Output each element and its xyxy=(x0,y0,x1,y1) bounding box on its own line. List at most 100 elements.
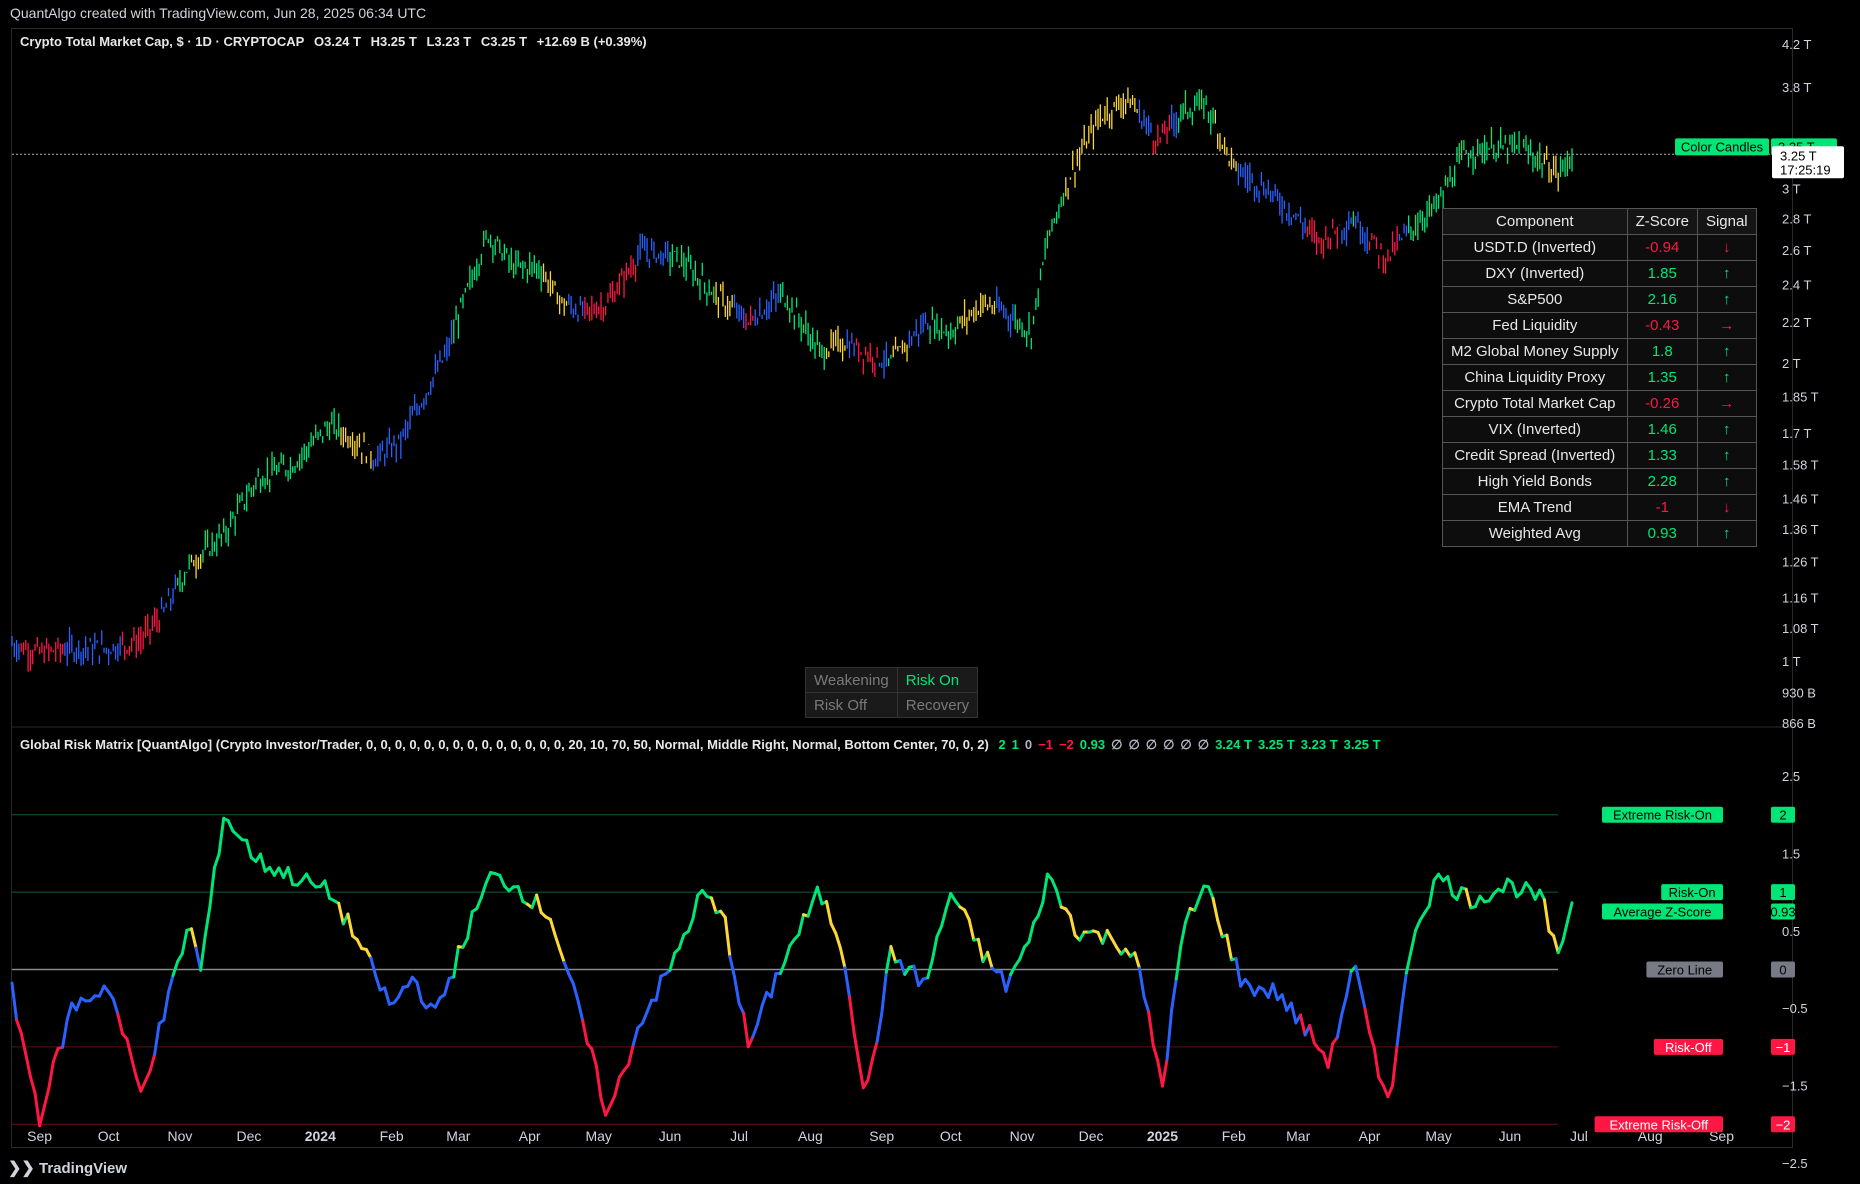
time-axis-label: Oct xyxy=(98,1128,120,1144)
indicator-value: ∅ xyxy=(1180,737,1192,752)
component-signal-arrow-icon: ↑ xyxy=(1696,520,1757,547)
zscore-segment xyxy=(1561,920,1569,943)
component-zscore: -1 xyxy=(1626,494,1698,521)
zscore-segment xyxy=(838,946,847,970)
price-axis-label: 1.46 T xyxy=(1782,491,1819,506)
zscore-segment xyxy=(47,1059,55,1090)
component-signal-arrow-icon: ↑ xyxy=(1696,442,1757,469)
zscore-segment xyxy=(498,873,506,888)
component-name: Fed Liquidity xyxy=(1442,312,1628,339)
table-row: DXY (Inverted) 1.85 ↑ xyxy=(1442,260,1757,287)
zscore-segment xyxy=(1386,1084,1395,1099)
zscore-segment xyxy=(825,900,833,926)
zscore-segment xyxy=(783,944,792,964)
zscore-segment xyxy=(709,896,718,915)
indicator-tag-label: Risk-Off xyxy=(1665,1040,1712,1055)
zscore-segment xyxy=(1170,977,1178,1012)
price-axis-label: 866 B xyxy=(1782,716,1816,731)
zscore-segment xyxy=(834,931,842,950)
component-signal-arrow-icon: ↓ xyxy=(1696,494,1757,521)
state-weakening: Weakening xyxy=(805,667,898,693)
zscore-segment xyxy=(1036,900,1045,918)
zscore-segment xyxy=(1552,934,1560,955)
zscore-segment xyxy=(1565,901,1574,924)
zscore-segment xyxy=(1151,1043,1160,1063)
zscore-segment xyxy=(65,1001,74,1022)
time-axis-label: 2024 xyxy=(305,1128,336,1144)
table-row: Fed Liquidity -0.43 → xyxy=(1442,312,1757,339)
zscore-segment xyxy=(1280,993,1289,1012)
component-zscore: -0.26 xyxy=(1626,390,1698,417)
table-header-component: Component xyxy=(1442,208,1628,235)
zscore-segment xyxy=(576,999,585,1022)
zscore-segment xyxy=(668,951,677,972)
table-row: Crypto Total Market Cap -0.26 → xyxy=(1442,390,1757,417)
component-signal-arrow-icon: ↑ xyxy=(1696,286,1757,313)
zscore-segment xyxy=(737,1001,746,1016)
state-risk-on: Risk On xyxy=(896,667,979,693)
component-name: VIX (Inverted) xyxy=(1442,416,1628,443)
time-axis-label: Sep xyxy=(869,1128,894,1144)
indicator-legend[interactable]: Global Risk Matrix [QuantAlgo] (Crypto I… xyxy=(20,737,1393,753)
component-name: High Yield Bonds xyxy=(1442,468,1628,495)
time-axis-label: Feb xyxy=(1222,1128,1246,1144)
zscore-segment xyxy=(1298,1013,1307,1037)
zscore-segment xyxy=(323,879,332,900)
zscore-segment xyxy=(986,950,994,970)
zscore-segment xyxy=(1372,1045,1381,1079)
zscore-segment xyxy=(613,1075,621,1098)
tradingview-logo[interactable]: ❯❯ TradingView xyxy=(8,1158,127,1178)
zscore-segment xyxy=(1160,1057,1169,1088)
zscore-segment xyxy=(1018,945,1026,961)
zscore-segment xyxy=(866,1057,875,1082)
zscore-segment xyxy=(180,928,189,956)
zscore-segment xyxy=(976,937,985,964)
indicator-tag-value: −2 xyxy=(1776,1117,1791,1132)
time-axis-label: Apr xyxy=(519,1128,541,1144)
component-zscore: -0.43 xyxy=(1626,312,1698,339)
zscore-segment xyxy=(875,1012,884,1043)
zscore-segment xyxy=(1542,898,1551,933)
zscore-segment xyxy=(857,1059,865,1090)
time-axis-label: Dec xyxy=(237,1128,262,1144)
zscore-segment xyxy=(535,893,543,915)
zscore-segment xyxy=(38,1105,46,1128)
zscore-segment xyxy=(1101,928,1109,945)
indicator-axis-label: 1.5 xyxy=(1782,846,1800,861)
zscore-segment xyxy=(935,924,944,939)
zscore-segment xyxy=(1400,971,1408,1009)
zscore-segment xyxy=(1340,994,1349,1016)
time-axis-label: Mar xyxy=(1286,1128,1310,1144)
zscore-segment xyxy=(1234,957,1243,988)
zscore-segment xyxy=(898,959,907,976)
zscore-segment xyxy=(608,1094,617,1108)
component-name: USDT.D (Inverted) xyxy=(1442,234,1628,261)
zscore-segment xyxy=(226,819,235,833)
zscore-segment xyxy=(1137,966,1146,999)
indicator-tag-value: 1 xyxy=(1779,885,1786,900)
zscore-segment xyxy=(397,985,405,999)
zscore-segment xyxy=(769,972,778,999)
zscore-segment xyxy=(166,973,175,994)
tradingview-logo-icon: ❯❯ xyxy=(8,1160,35,1177)
price-axis-label: 1.08 T xyxy=(1782,621,1819,636)
zscore-segment xyxy=(746,1035,755,1049)
zscore-segment xyxy=(1395,1005,1404,1047)
indicator-value: 3.23 T xyxy=(1300,737,1338,752)
zscore-segment xyxy=(1147,1010,1155,1047)
main-legend[interactable]: Crypto Total Market Cap, $ · 1D · CRYPTO… xyxy=(20,34,653,49)
table-row: EMA Trend -1 ↓ xyxy=(1442,494,1757,521)
zscore-segment xyxy=(654,974,663,1002)
component-zscore: 1.8 xyxy=(1626,338,1698,365)
zscore-segment xyxy=(1409,929,1418,954)
zscore-segment xyxy=(884,945,893,974)
zscore-segment xyxy=(562,960,571,976)
zscore-segment xyxy=(258,852,267,873)
price-axis-label: 2.4 T xyxy=(1782,278,1811,293)
indicator-value: ∅ xyxy=(1128,737,1140,752)
state-risk-off: Risk Off xyxy=(805,692,898,718)
chart-canvas[interactable]: 4.2 T 3.8 T 3 T 2.8 T 2.6 T 2.4 T 2.2 T 2 T 1.85… xyxy=(0,0,1860,1184)
zscore-segment xyxy=(548,917,557,937)
indicator-values: 2 1 0 −1 −2 0.93 ∅ ∅ ∅ ∅ ∅ ∅ 3.24 T 3.25 T 3.23 T 3.25 … xyxy=(998,737,1386,752)
zscore-segment xyxy=(815,885,824,906)
